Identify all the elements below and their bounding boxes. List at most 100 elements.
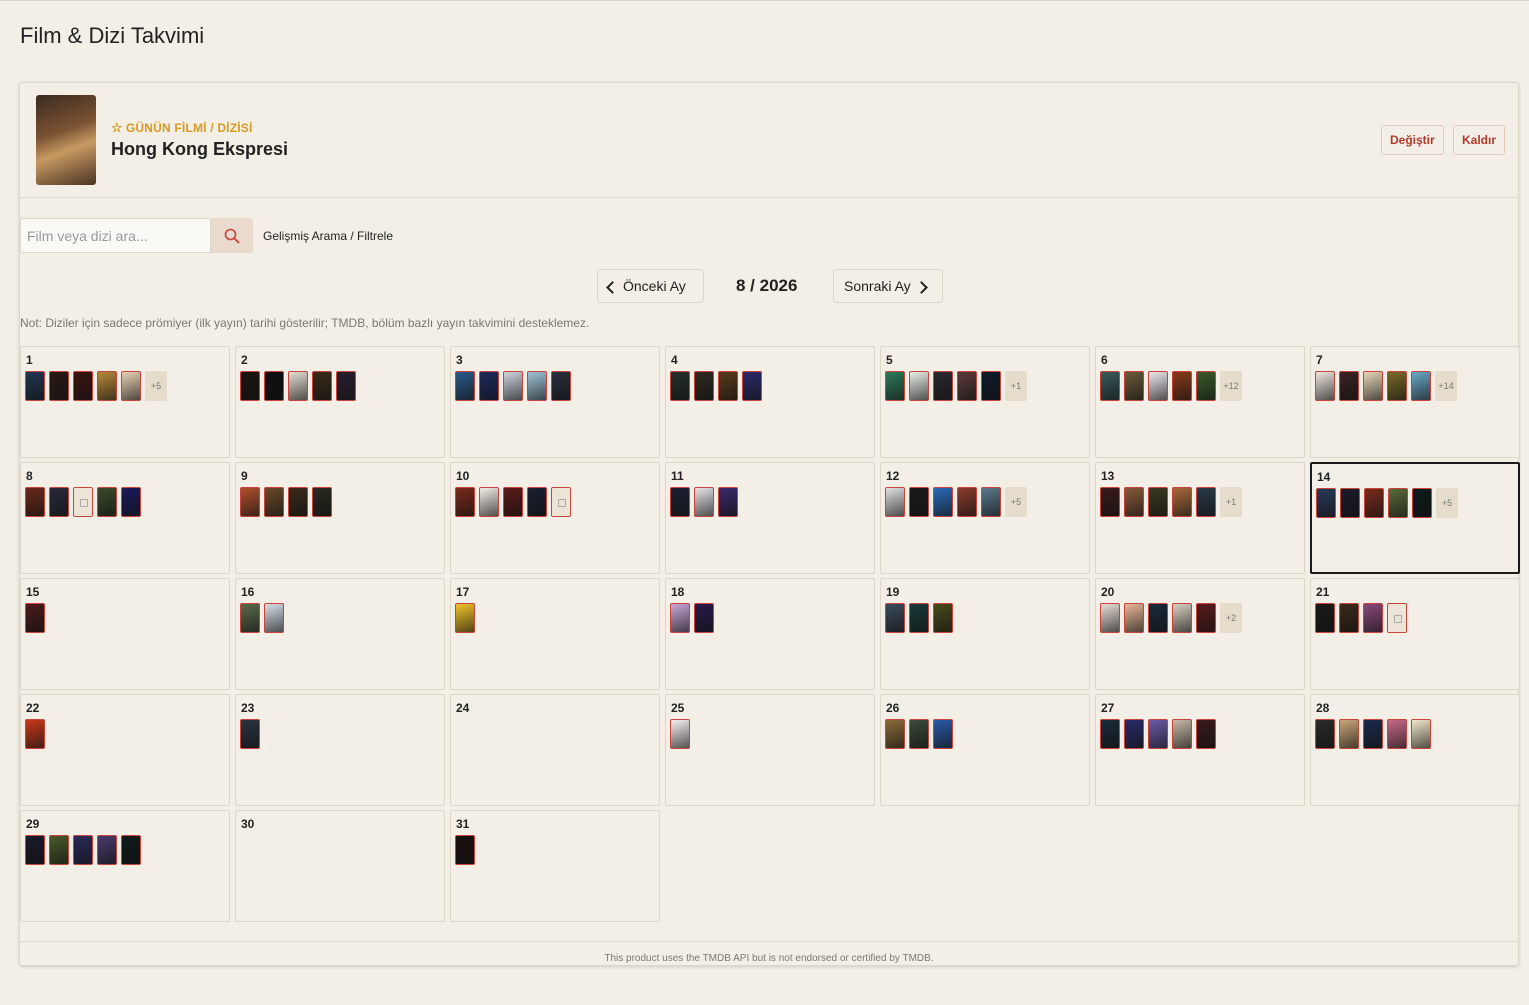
more-count[interactable]: +5 [145, 371, 167, 401]
poster-thumbnail[interactable] [503, 487, 523, 517]
poster-thumbnail[interactable] [455, 603, 475, 633]
poster-thumbnail[interactable] [909, 487, 929, 517]
poster-thumbnail[interactable] [288, 371, 308, 401]
poster-thumbnail[interactable] [1339, 371, 1359, 401]
calendar-day[interactable]: 7 +14 [1310, 346, 1520, 458]
calendar-day[interactable]: 31 [450, 810, 660, 922]
poster-thumbnail[interactable] [1340, 488, 1360, 518]
poster-thumbnail[interactable] [1387, 719, 1407, 749]
poster-thumbnail[interactable] [1148, 603, 1168, 633]
remove-button[interactable]: Kaldır [1453, 125, 1506, 155]
poster-thumbnail[interactable] [1387, 371, 1407, 401]
featured-poster[interactable] [36, 95, 96, 185]
calendar-day[interactable]: 1 +5 [20, 346, 230, 458]
more-count[interactable]: +1 [1005, 371, 1027, 401]
calendar-day[interactable]: 26 [880, 694, 1090, 806]
poster-thumbnail[interactable] [909, 603, 929, 633]
calendar-day[interactable]: 21 [1310, 578, 1520, 690]
poster-thumbnail[interactable] [670, 371, 690, 401]
more-count[interactable]: +12 [1220, 371, 1242, 401]
calendar-day[interactable]: 10 [450, 462, 660, 574]
poster-thumbnail[interactable] [312, 487, 332, 517]
more-count[interactable]: +2 [1220, 603, 1242, 633]
poster-thumbnail[interactable] [1363, 603, 1383, 633]
poster-thumbnail[interactable] [1100, 603, 1120, 633]
poster-thumbnail[interactable] [1124, 487, 1144, 517]
poster-thumbnail[interactable] [885, 603, 905, 633]
poster-thumbnail[interactable] [1412, 488, 1432, 518]
calendar-day[interactable]: 27 [1095, 694, 1305, 806]
poster-thumbnail[interactable] [909, 371, 929, 401]
poster-thumbnail[interactable] [933, 603, 953, 633]
poster-thumbnail[interactable] [455, 371, 475, 401]
calendar-day[interactable]: 16 [235, 578, 445, 690]
poster-thumbnail[interactable] [670, 487, 690, 517]
more-count[interactable]: +14 [1435, 371, 1457, 401]
poster-placeholder[interactable] [73, 487, 93, 517]
poster-thumbnail[interactable] [1411, 371, 1431, 401]
poster-thumbnail[interactable] [49, 371, 69, 401]
calendar-day[interactable]: 20 +2 [1095, 578, 1305, 690]
poster-thumbnail[interactable] [264, 371, 284, 401]
poster-thumbnail[interactable] [1388, 488, 1408, 518]
poster-thumbnail[interactable] [551, 371, 571, 401]
poster-thumbnail[interactable] [97, 835, 117, 865]
poster-thumbnail[interactable] [336, 371, 356, 401]
poster-placeholder[interactable] [1387, 603, 1407, 633]
poster-thumbnail[interactable] [1411, 719, 1431, 749]
calendar-day[interactable]: 30 [235, 810, 445, 922]
poster-thumbnail[interactable] [1100, 371, 1120, 401]
poster-thumbnail[interactable] [527, 371, 547, 401]
poster-thumbnail[interactable] [1100, 487, 1120, 517]
poster-thumbnail[interactable] [718, 371, 738, 401]
poster-thumbnail[interactable] [1148, 371, 1168, 401]
calendar-day[interactable]: 25 [665, 694, 875, 806]
calendar-day[interactable]: 24 [450, 694, 660, 806]
next-month-button[interactable]: Sonraki Ay [833, 269, 943, 303]
calendar-day[interactable]: 6 +12 [1095, 346, 1305, 458]
calendar-day[interactable]: 2 [235, 346, 445, 458]
poster-thumbnail[interactable] [49, 487, 69, 517]
search-button[interactable] [211, 218, 253, 253]
calendar-day[interactable]: 17 [450, 578, 660, 690]
poster-thumbnail[interactable] [694, 487, 714, 517]
poster-thumbnail[interactable] [121, 487, 141, 517]
poster-thumbnail[interactable] [885, 371, 905, 401]
poster-thumbnail[interactable] [121, 835, 141, 865]
poster-thumbnail[interactable] [1339, 719, 1359, 749]
poster-thumbnail[interactable] [718, 487, 738, 517]
poster-thumbnail[interactable] [527, 487, 547, 517]
calendar-day[interactable]: 8 [20, 462, 230, 574]
poster-thumbnail[interactable] [1315, 603, 1335, 633]
poster-thumbnail[interactable] [121, 371, 141, 401]
poster-thumbnail[interactable] [240, 603, 260, 633]
calendar-day[interactable]: 22 [20, 694, 230, 806]
poster-thumbnail[interactable] [455, 487, 475, 517]
poster-thumbnail[interactable] [25, 371, 45, 401]
poster-thumbnail[interactable] [1124, 719, 1144, 749]
poster-thumbnail[interactable] [1172, 487, 1192, 517]
calendar-day[interactable]: 4 [665, 346, 875, 458]
calendar-day[interactable]: 18 [665, 578, 875, 690]
poster-thumbnail[interactable] [1124, 603, 1144, 633]
poster-thumbnail[interactable] [73, 835, 93, 865]
poster-thumbnail[interactable] [312, 371, 332, 401]
featured-title[interactable]: Hong Kong Ekspresi [111, 139, 288, 160]
poster-thumbnail[interactable] [1363, 371, 1383, 401]
poster-thumbnail[interactable] [1148, 487, 1168, 517]
poster-thumbnail[interactable] [1315, 371, 1335, 401]
poster-thumbnail[interactable] [909, 719, 929, 749]
poster-thumbnail[interactable] [1196, 719, 1216, 749]
poster-thumbnail[interactable] [240, 719, 260, 749]
poster-thumbnail[interactable] [933, 719, 953, 749]
poster-thumbnail[interactable] [670, 603, 690, 633]
poster-thumbnail[interactable] [25, 603, 45, 633]
poster-thumbnail[interactable] [49, 835, 69, 865]
poster-thumbnail[interactable] [1363, 719, 1383, 749]
calendar-day-today[interactable]: 14 +5 [1310, 462, 1520, 574]
poster-thumbnail[interactable] [670, 719, 690, 749]
calendar-day[interactable]: 3 [450, 346, 660, 458]
more-count[interactable]: +1 [1220, 487, 1242, 517]
poster-thumbnail[interactable] [240, 371, 260, 401]
poster-thumbnail[interactable] [25, 835, 45, 865]
